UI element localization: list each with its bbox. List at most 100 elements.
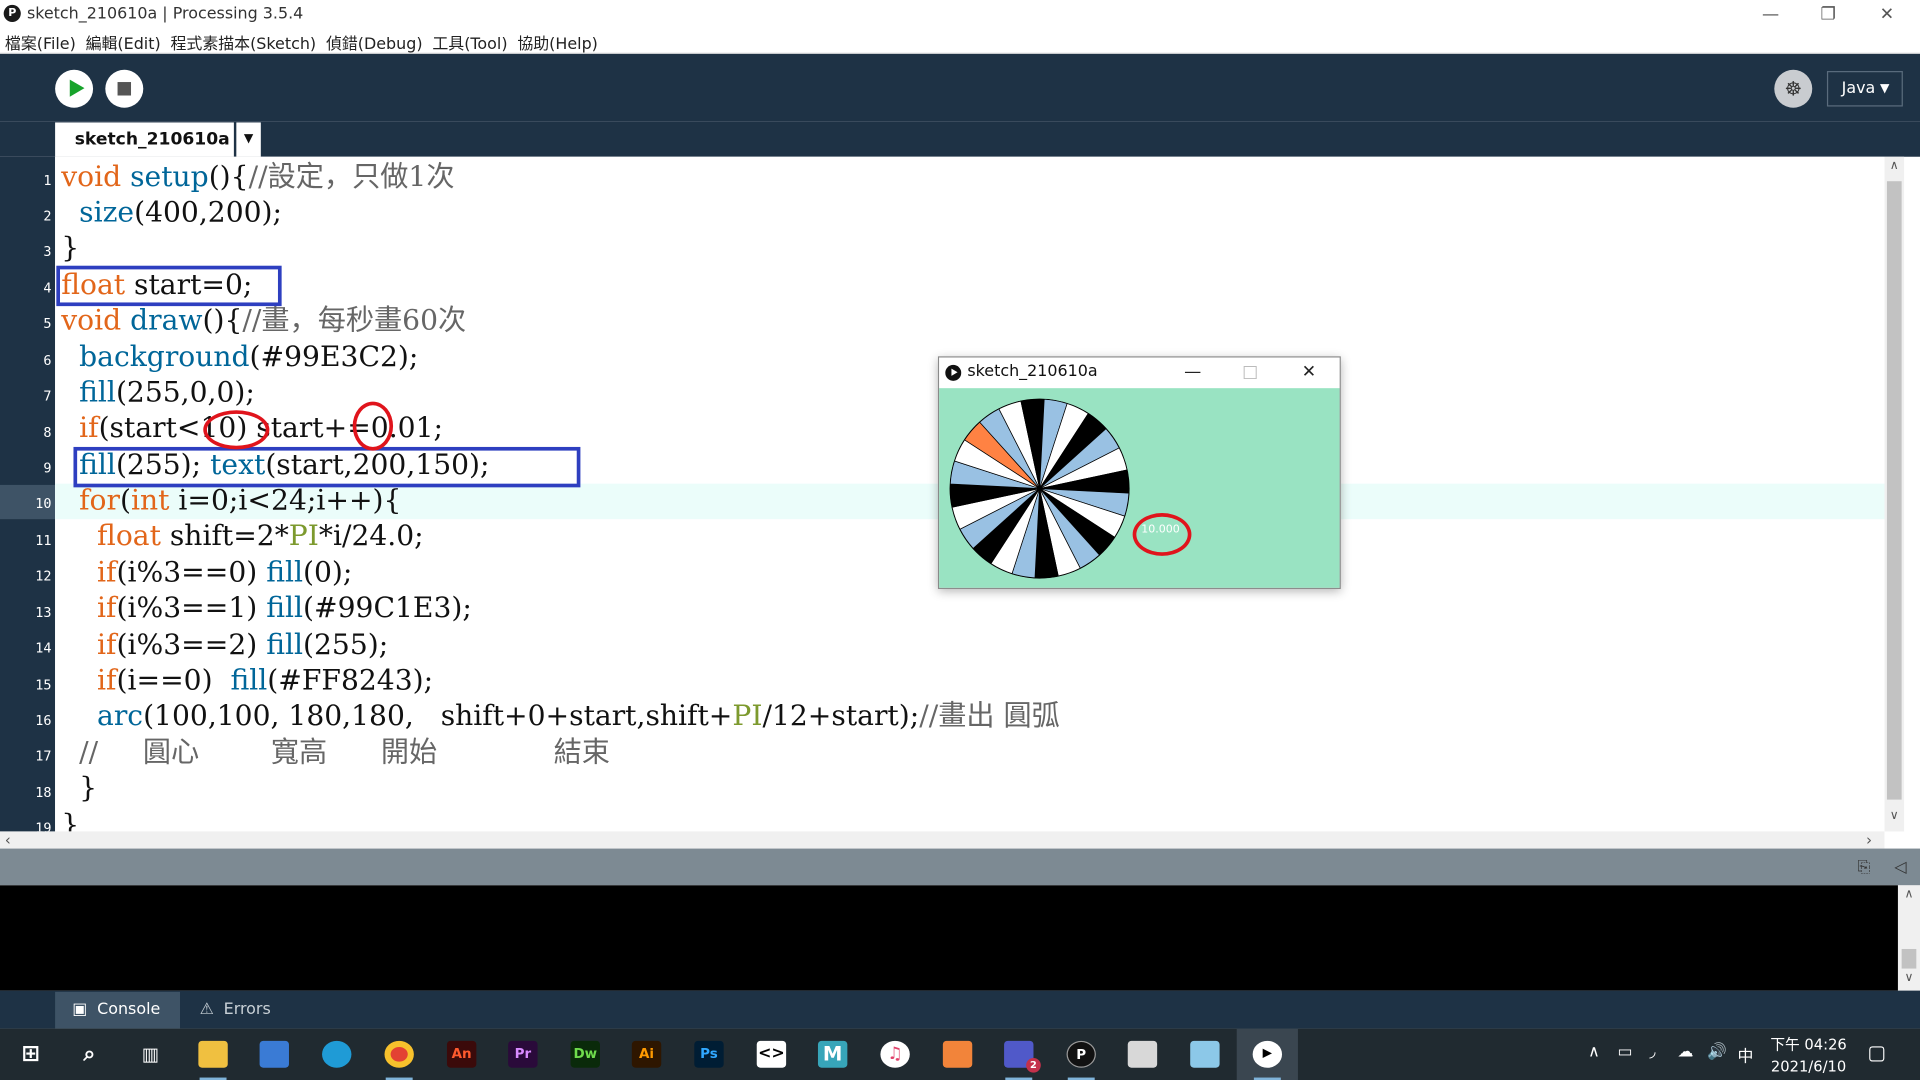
annotation-oval-less-than-10 (203, 410, 270, 450)
start-button[interactable]: ⊞ (0, 1029, 61, 1080)
stop-button[interactable] (105, 69, 144, 108)
taskbar-dreamweaver[interactable]: Dw (555, 1029, 616, 1080)
mode-select[interactable]: Java ▼ (1826, 71, 1903, 107)
file-explorer-icon (198, 1040, 228, 1068)
scroll-up-icon[interactable]: ∧ (1884, 159, 1904, 172)
restore-button[interactable]: ❐ (1800, 0, 1856, 29)
warning-icon: ⚠ (199, 1000, 214, 1019)
tab-console[interactable]: ▣ Console (55, 991, 181, 1029)
code-line-current[interactable]: for(int i=0;i<24;i++){ (61, 484, 401, 520)
code-line[interactable]: fill(255,0,0); (61, 376, 255, 412)
sketch-window[interactable]: sketch_210610a — □ ✕ 10.000 (937, 356, 1341, 589)
close-button[interactable]: ✕ (1859, 0, 1915, 29)
code-line[interactable]: arc(100,100, 180,180, shift+0+start,shif… (61, 699, 1060, 735)
battery-icon[interactable]: ▭ (1618, 1043, 1633, 1061)
taskbar-file-explorer[interactable] (182, 1029, 243, 1080)
debugger-button[interactable]: ☸ (1774, 69, 1813, 108)
line-number: 8 (43, 424, 52, 441)
code-line[interactable]: float shift=2*PI*i/24.0; (61, 519, 424, 555)
menu-debug[interactable]: 偵錯(Debug) (321, 29, 427, 54)
scroll-thumb[interactable] (1886, 181, 1902, 800)
menu-sketch[interactable]: 程式素描本(Sketch) (166, 29, 321, 54)
editor-horizontal-scrollbar[interactable]: ‹ › (0, 831, 1885, 849)
sketch-minimize-button[interactable]: — (1164, 358, 1220, 389)
run-button[interactable] (55, 69, 94, 108)
app-icon (942, 1040, 973, 1068)
tab-errors[interactable]: ⚠ Errors (182, 992, 302, 1029)
minimize-button[interactable]: — (1742, 0, 1798, 29)
search-button[interactable]: ⌕ (59, 1029, 120, 1080)
scroll-thumb[interactable] (1901, 948, 1917, 969)
code-line[interactable]: if(i%3==0) fill(0); (61, 556, 352, 592)
taskbar-processing[interactable]: P (1051, 1029, 1112, 1080)
scroll-down-icon[interactable]: ∨ (1884, 809, 1904, 822)
line-number: 5 (43, 315, 52, 332)
play-icon (69, 79, 85, 97)
taskbar-maya[interactable]: M (802, 1029, 863, 1080)
taskbar-itunes[interactable]: ♫ (864, 1029, 925, 1080)
line-number: 13 (35, 604, 52, 621)
taskbar-paint[interactable] (1112, 1029, 1173, 1080)
scroll-down-icon[interactable]: ∨ (1898, 971, 1920, 984)
task-view-button[interactable]: ▥ (120, 1029, 181, 1080)
code-line[interactable]: void setup(){//設定，只做1次 (61, 160, 454, 196)
tab-sketch[interactable]: sketch_210610a (55, 122, 234, 157)
wifi-icon[interactable]: ◞ (1649, 1043, 1655, 1061)
taskbar-store[interactable] (244, 1029, 305, 1080)
taskbar-edge[interactable] (306, 1029, 367, 1080)
sketch-maximize-button[interactable]: □ (1222, 358, 1278, 389)
code-line[interactable]: if(i%3==1) fill(#99C1E3); (61, 591, 472, 627)
collapse-icon[interactable]: ◁ (1894, 858, 1906, 876)
sketch-canvas: 10.000 (939, 388, 1340, 588)
console-scrollbar[interactable]: ∧ ∨ (1897, 885, 1920, 991)
code-line[interactable]: } (61, 808, 79, 831)
code-line[interactable]: if(i==0) fill(#FF8243); (61, 664, 433, 700)
code-line[interactable]: } (61, 231, 79, 267)
chevron-up-icon[interactable]: ∧ (1588, 1043, 1600, 1061)
code-line[interactable]: if(i%3==2) fill(255); (61, 628, 388, 664)
menu-tool[interactable]: 工具(Tool) (427, 29, 512, 54)
code-line[interactable]: background(#99E3C2); (61, 340, 418, 376)
taskbar-codeblocks[interactable]: <> (741, 1029, 802, 1080)
scroll-left-icon[interactable]: ‹ (5, 831, 11, 848)
code-line[interactable]: void draw(){//畫，每秒畫60次 (61, 304, 466, 340)
taskbar-sketch-run[interactable]: ▶ (1236, 1028, 1298, 1080)
scroll-up-icon[interactable]: ∧ (1898, 888, 1920, 901)
menu-edit[interactable]: 編輯(Edit) (81, 29, 166, 54)
scroll-right-icon[interactable]: › (1866, 831, 1872, 848)
taskbar-app[interactable] (927, 1029, 988, 1080)
notification-icon[interactable]: ▢ (1867, 1041, 1886, 1064)
status-bar: ⎘ ◁ (0, 848, 1920, 886)
taskbar-illustrator[interactable]: Ai (616, 1029, 677, 1080)
taskbar-teams[interactable]: 2 (988, 1029, 1049, 1080)
code-line[interactable]: size(400,200); (61, 196, 282, 232)
console-output[interactable] (0, 885, 1898, 991)
copy-icon[interactable]: ⎘ (1858, 858, 1871, 876)
tab-errors-label: Errors (223, 1000, 271, 1019)
codeblocks-icon: <> (756, 1040, 787, 1068)
search-icon: ⌕ (83, 1042, 96, 1067)
taskbar: ⊞ ⌕ ▥ An Pr Dw Ai Ps <> M ♫ 2 P ▶ ∧ ▭ ◞ … (0, 1028, 1920, 1080)
sketch-close-button[interactable]: ✕ (1281, 358, 1337, 389)
taskbar-animate[interactable]: An (431, 1029, 492, 1080)
annotation-oval-value (1132, 513, 1192, 556)
taskbar-chrome[interactable] (369, 1029, 430, 1080)
mode-label: Java (1841, 79, 1876, 98)
taskbar-notepad[interactable] (1174, 1029, 1235, 1080)
line-number-current: 10 (0, 484, 56, 520)
line-number-gutter: 1 2 3 4 5 6 7 8 9 10 11 12 13 14 15 16 1… (0, 156, 56, 832)
line-number: 14 (35, 640, 52, 657)
premiere-icon: Pr (508, 1040, 538, 1068)
clock[interactable]: 下午 04:26 2021/6/10 (1767, 1033, 1850, 1077)
editor-vertical-scrollbar[interactable]: ∧ ∨ (1884, 156, 1905, 832)
taskbar-photoshop[interactable]: Ps (678, 1029, 739, 1080)
onedrive-icon[interactable]: ☁ (1678, 1043, 1694, 1061)
tab-dropdown-button[interactable]: ▼ (236, 122, 261, 157)
menu-help[interactable]: 協助(Help) (512, 29, 602, 54)
volume-icon[interactable]: 🔊 (1707, 1043, 1727, 1061)
ime-indicator[interactable]: 中 (1738, 1043, 1754, 1066)
code-line[interactable]: } (61, 771, 97, 807)
code-line[interactable]: // 圓心 寬高 開始 結束 (61, 736, 610, 772)
menu-file[interactable]: 檔案(File) (0, 29, 81, 54)
taskbar-premiere[interactable]: Pr (492, 1029, 553, 1080)
